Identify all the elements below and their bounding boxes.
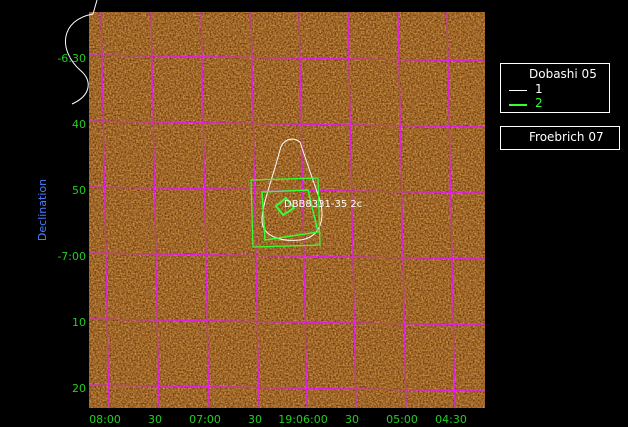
legend-froebrich: Froebrich 07: [500, 126, 620, 150]
x-tick-label: 30: [345, 413, 359, 426]
line-swatch-white: [509, 90, 527, 91]
source-label: DBB8331-35 2c: [284, 199, 362, 210]
y-tick-labels: -6:30 40 50 -7:00 10 20: [57, 52, 86, 395]
legend-title: Dobashi 05: [529, 67, 597, 81]
x-tick-label: 07:00: [189, 413, 221, 426]
x-tick-label: 05:00: [386, 413, 418, 426]
legend-entry-2: 2: [509, 96, 599, 111]
dust-image: [89, 12, 485, 408]
x-tick-labels: 08:00 30 07:00 30 19:06:00 30 05:00 04:30: [89, 413, 467, 426]
x-tick-label: 19:06:00: [278, 413, 327, 426]
y-tick-label: 10: [72, 316, 86, 329]
x-tick-label: 30: [248, 413, 262, 426]
y-tick-label: 50: [72, 184, 86, 197]
y-tick-label: 20: [72, 382, 86, 395]
line-swatch-green: [509, 104, 527, 106]
x-tick-label: 04:30: [435, 413, 467, 426]
legend-title: Froebrich 07: [529, 130, 604, 144]
y-tick-label: 40: [72, 118, 86, 131]
x-tick-label: 08:00: [89, 413, 121, 426]
y-axis-title: Declination: [36, 179, 49, 241]
legend-entry-1: 1: [509, 82, 599, 97]
legend-label: 1: [535, 82, 543, 96]
y-tick-label: -6:30: [57, 52, 86, 65]
y-tick-label: -7:00: [57, 250, 86, 263]
x-tick-label: 30: [148, 413, 162, 426]
legend-label: 2: [535, 96, 543, 110]
legend-dobashi: Dobashi 05 1 2: [500, 63, 610, 113]
